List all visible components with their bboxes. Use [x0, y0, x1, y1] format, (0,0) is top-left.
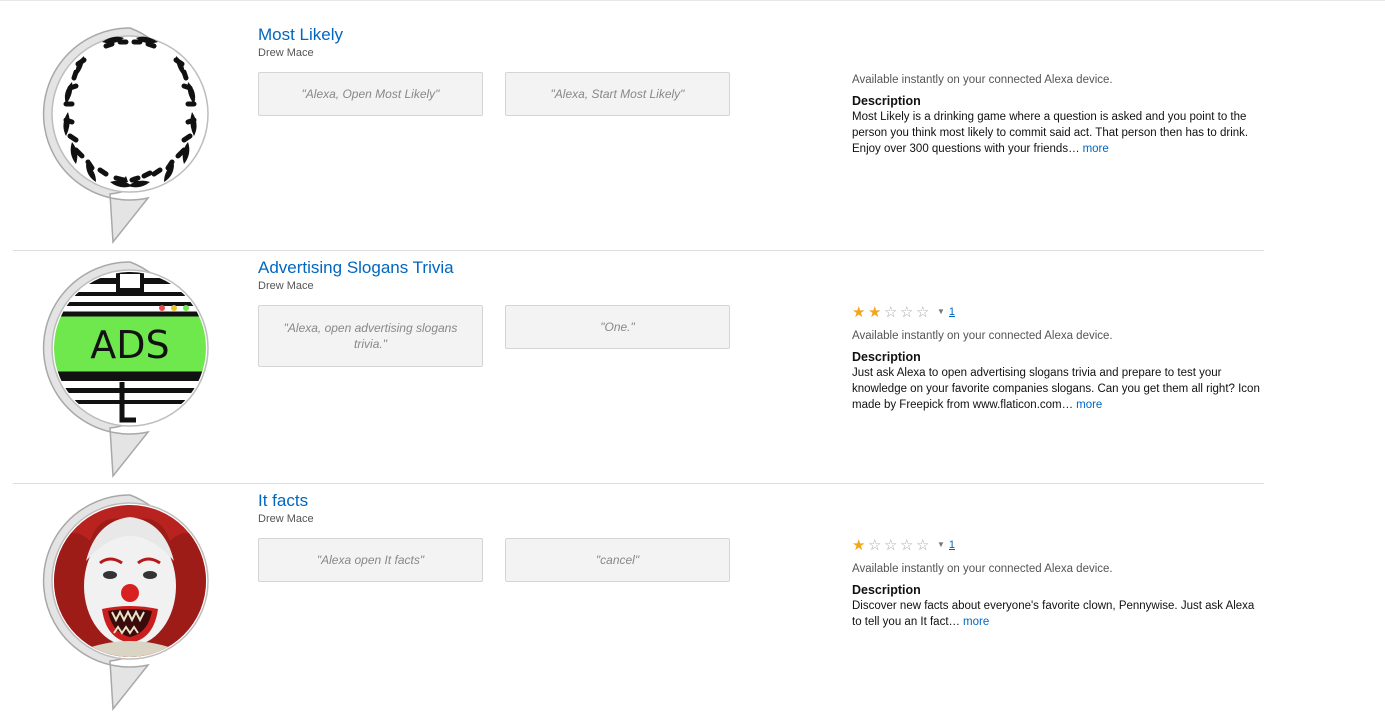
description-heading: Description	[852, 350, 921, 364]
more-link[interactable]: more	[963, 616, 989, 628]
utterance-box: "Alexa, Open Most Likely"	[258, 72, 483, 116]
utterance-box: "cancel"	[505, 538, 730, 582]
laurel-wreath-icon	[42, 27, 209, 244]
utterance-box: "One."	[505, 305, 730, 349]
skill-icon-advertising-slogans[interactable]: ADS	[40, 258, 220, 478]
skill-row-most-likely: Most Likely Drew Mace "Alexa, Open Most …	[0, 0, 1385, 244]
billboard-label: ADS	[90, 323, 169, 367]
star-full-icon: ★	[852, 536, 866, 554]
skill-info: ★ ☆ ☆ ☆ ☆ ▼ 1 Available instantly on your co…	[852, 537, 1262, 630]
description-text: Discover new facts about everyone's favo…	[852, 598, 1262, 630]
skill-icon-it-facts[interactable]	[40, 491, 220, 711]
skill-icon-most-likely[interactable]	[40, 24, 220, 244]
chevron-down-icon[interactable]: ▼	[937, 304, 945, 320]
skill-author: Drew Mace	[258, 280, 314, 292]
star-empty-icon: ☆	[868, 536, 882, 554]
skill-author: Drew Mace	[258, 513, 314, 525]
star-empty-icon: ☆	[916, 536, 930, 554]
billboard-icon: ADS	[42, 261, 209, 478]
skill-title-link[interactable]: Advertising Slogans Trivia	[258, 258, 454, 278]
description-heading: Description	[852, 583, 921, 597]
chevron-down-icon[interactable]: ▼	[937, 537, 945, 553]
star-empty-icon: ☆	[884, 303, 898, 321]
utterance-text: "cancel"	[595, 553, 640, 567]
star-full-icon: ★	[852, 303, 866, 321]
utterance-text: "Alexa, Start Most Likely"	[550, 87, 685, 101]
star-rating[interactable]: ★ ☆ ☆ ☆ ☆ ▼ 1	[852, 537, 1262, 553]
star-full-icon: ★	[868, 303, 882, 321]
availability-text: Available instantly on your connected Al…	[852, 563, 1113, 575]
description-heading: Description	[852, 94, 921, 108]
star-empty-icon: ☆	[884, 536, 898, 554]
utterance-box: "Alexa, open advertising slogans trivia.…	[258, 305, 483, 367]
availability-text: Available instantly on your connected Al…	[852, 330, 1113, 342]
skill-title-link[interactable]: It facts	[258, 491, 308, 511]
row-divider	[13, 483, 1264, 484]
star-empty-icon: ☆	[916, 303, 930, 321]
utterance-text: "Alexa, open advertising slogans trivia.…	[283, 321, 458, 351]
description-text: Just ask Alexa to open advertising sloga…	[852, 365, 1262, 413]
row-divider	[13, 250, 1264, 251]
skill-title-link[interactable]: Most Likely	[258, 25, 343, 45]
review-count-link[interactable]: 1	[949, 304, 955, 320]
more-link[interactable]: more	[1083, 143, 1109, 155]
description-text: Most Likely is a drinking game where a q…	[852, 109, 1262, 157]
more-link[interactable]: more	[1076, 399, 1102, 411]
review-count-link[interactable]: 1	[949, 537, 955, 553]
availability-text: Available instantly on your connected Al…	[852, 74, 1113, 86]
description-body: Most Likely is a drinking game where a q…	[852, 111, 1249, 155]
utterance-text: "Alexa open It facts"	[316, 553, 425, 567]
utterance-text: "One."	[600, 320, 635, 334]
skill-info: ★ ★ ☆ ☆ ☆ ▼ 1 Available instantly on your co…	[852, 304, 1262, 413]
description-body: Discover new facts about everyone's favo…	[852, 600, 1255, 628]
skill-info: Available instantly on your connected Al…	[852, 72, 1262, 157]
skill-author: Drew Mace	[258, 47, 314, 59]
description-body: Just ask Alexa to open advertising sloga…	[852, 367, 1260, 411]
star-empty-icon: ☆	[900, 303, 914, 321]
utterance-text: "Alexa, Open Most Likely"	[301, 87, 440, 101]
skill-row-advertising-slogans-trivia: ADS Advertising Slogans Trivia Drew Mace…	[0, 250, 1385, 483]
star-empty-icon: ☆	[900, 536, 914, 554]
skill-row-it-facts: It facts Drew Mace "Alexa open It facts"…	[0, 483, 1385, 716]
utterance-box: "Alexa, Start Most Likely"	[505, 72, 730, 116]
clown-face-icon	[42, 494, 209, 711]
star-rating[interactable]: ★ ★ ☆ ☆ ☆ ▼ 1	[852, 304, 1262, 320]
utterance-box: "Alexa open It facts"	[258, 538, 483, 582]
